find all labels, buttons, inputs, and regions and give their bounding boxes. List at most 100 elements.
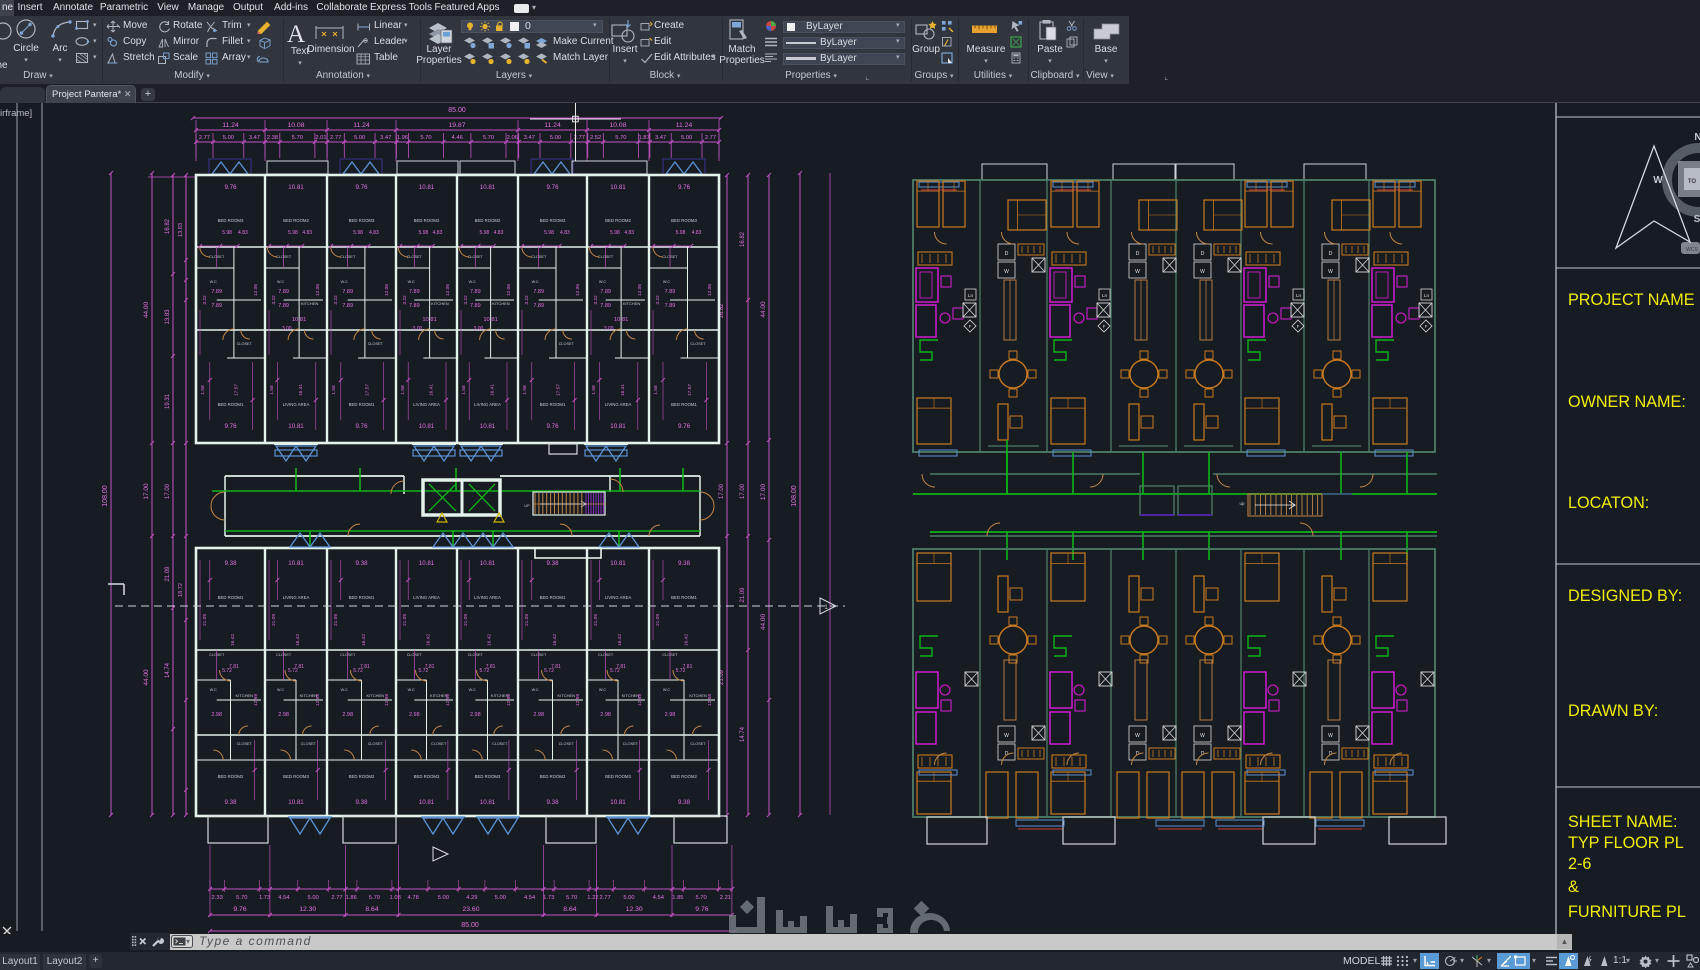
- svg-text:7.89: 7.89: [409, 289, 420, 295]
- svg-text:7.89: 7.89: [665, 289, 676, 295]
- svg-text:2.98: 2.98: [665, 712, 676, 718]
- svg-text:3.22: 3.22: [202, 295, 208, 305]
- svg-text:2.77: 2.77: [705, 135, 716, 141]
- svg-text:W.C: W.C: [469, 280, 476, 284]
- svg-text:LIVING AREA: LIVING AREA: [413, 402, 440, 407]
- svg-text:5.70: 5.70: [695, 895, 706, 901]
- svg-text:10.81: 10.81: [610, 799, 626, 806]
- svg-text:up: up: [1239, 501, 1245, 506]
- svg-text:W: W: [1004, 269, 1009, 275]
- svg-text:CLOSET: CLOSET: [368, 342, 384, 346]
- svg-text:7.81: 7.81: [425, 664, 435, 670]
- svg-text:W: W: [1328, 269, 1333, 275]
- svg-text:3.47: 3.47: [655, 135, 666, 141]
- svg-text:BED ROOM3: BED ROOM3: [475, 774, 501, 779]
- svg-text:7.89: 7.89: [470, 289, 481, 295]
- svg-text:8.64: 8.64: [563, 906, 576, 913]
- svg-text:16.42: 16.42: [426, 634, 432, 646]
- svg-text:10.81: 10.81: [288, 560, 304, 567]
- svg-text:10.81: 10.81: [419, 560, 435, 567]
- svg-text:S: S: [1694, 214, 1700, 225]
- svg-text:21.09: 21.09: [463, 614, 469, 626]
- svg-text:4.83: 4.83: [238, 230, 248, 236]
- svg-text:UP: UP: [524, 504, 530, 508]
- svg-text:2.98: 2.98: [278, 712, 289, 718]
- svg-text:17.57: 17.57: [555, 384, 561, 396]
- svg-text:KITCHEN: KITCHEN: [623, 301, 641, 306]
- svg-text:KITCHEN: KITCHEN: [689, 693, 707, 698]
- svg-text:12.98: 12.98: [707, 694, 713, 706]
- svg-text:11.24: 11.24: [676, 122, 693, 129]
- svg-text:F: F: [1297, 324, 1300, 329]
- svg-text:9.38: 9.38: [546, 799, 559, 806]
- svg-text:9.76: 9.76: [355, 423, 368, 430]
- svg-text:16.42: 16.42: [361, 634, 367, 646]
- svg-text:1.22: 1.22: [587, 895, 598, 901]
- svg-text:10.81: 10.81: [610, 560, 626, 567]
- svg-text:17.00: 17.00: [143, 483, 150, 500]
- svg-text:14.74: 14.74: [165, 662, 171, 678]
- svg-text:7.89: 7.89: [211, 289, 222, 295]
- svg-text:8.64: 8.64: [365, 906, 378, 913]
- svg-text:1.96: 1.96: [397, 135, 408, 141]
- svg-text:BED ROOM2: BED ROOM2: [349, 774, 375, 779]
- svg-text:7.81: 7.81: [486, 664, 496, 670]
- svg-text:5.98: 5.98: [610, 230, 620, 236]
- svg-text:W.C: W.C: [408, 280, 415, 284]
- svg-text:W.C: W.C: [469, 688, 476, 692]
- svg-text:W: W: [1135, 733, 1140, 739]
- svg-text:BED ROOM3: BED ROOM3: [283, 774, 309, 779]
- svg-text:9.38: 9.38: [678, 560, 691, 567]
- svg-text:CLOSET: CLOSET: [431, 742, 447, 746]
- svg-text:&: &: [1568, 878, 1579, 896]
- svg-text:85.00: 85.00: [461, 922, 479, 929]
- svg-text:44.00: 44.00: [143, 669, 150, 686]
- svg-text:TYP FLOOR PL: TYP FLOOR PL: [1568, 834, 1684, 852]
- svg-text:16.42: 16.42: [684, 634, 690, 646]
- svg-text:5.98: 5.98: [480, 230, 490, 236]
- svg-text:CLOSET: CLOSET: [492, 742, 508, 746]
- svg-text:7.81: 7.81: [360, 664, 370, 670]
- svg-text:BED ROOM1: BED ROOM1: [671, 595, 697, 600]
- svg-text:D: D: [1136, 251, 1140, 257]
- svg-text:4.54: 4.54: [278, 895, 290, 901]
- svg-text:10.08: 10.08: [287, 122, 304, 129]
- svg-text:3.00: 3.00: [282, 326, 292, 332]
- svg-text:4.46: 4.46: [452, 135, 463, 141]
- svg-text:1.58: 1.58: [522, 385, 528, 395]
- svg-text:BED ROOM2: BED ROOM2: [475, 218, 501, 223]
- svg-text:KITCHEN: KITCHEN: [300, 693, 318, 698]
- svg-text:9.76: 9.76: [678, 423, 691, 430]
- svg-text:21.09: 21.09: [333, 614, 339, 626]
- svg-text:W.C: W.C: [341, 688, 348, 692]
- svg-text:W: W: [1200, 269, 1205, 275]
- svg-text:10.81: 10.81: [419, 423, 435, 430]
- svg-text:W.C: W.C: [277, 280, 284, 284]
- svg-text:21.09: 21.09: [524, 614, 530, 626]
- svg-text:9.76: 9.76: [546, 423, 559, 430]
- svg-text:44.00: 44.00: [760, 613, 767, 630]
- svg-text:BED ROOM3: BED ROOM3: [349, 218, 375, 223]
- svg-text:16.42: 16.42: [552, 634, 558, 646]
- svg-text:21.09: 21.09: [202, 614, 208, 626]
- svg-text:10.81: 10.81: [614, 317, 629, 323]
- svg-text:10.81: 10.81: [288, 184, 304, 191]
- svg-text:BED ROOM1: BED ROOM1: [218, 402, 244, 407]
- svg-text:7.81: 7.81: [229, 664, 239, 670]
- svg-text:12.06: 12.06: [575, 284, 581, 296]
- svg-text:21.09: 21.09: [402, 614, 408, 626]
- svg-text:BED ROOM3: BED ROOM3: [605, 774, 631, 779]
- svg-text:BED ROOM1: BED ROOM1: [218, 595, 244, 600]
- svg-text:5.00: 5.00: [354, 135, 365, 141]
- svg-text:7.89: 7.89: [342, 303, 353, 309]
- svg-text:W: W: [1328, 733, 1333, 739]
- svg-text:BED ROOM1: BED ROOM1: [349, 402, 375, 407]
- svg-text:2.33: 2.33: [212, 895, 223, 901]
- svg-text:LIVING AREA: LIVING AREA: [474, 402, 501, 407]
- svg-text:21.09: 21.09: [165, 566, 171, 582]
- svg-text:17.00: 17.00: [760, 483, 767, 500]
- svg-text:4.83: 4.83: [494, 230, 504, 236]
- svg-text:10.81: 10.81: [480, 184, 496, 191]
- svg-text:10.81: 10.81: [483, 317, 498, 323]
- svg-text:10.81: 10.81: [422, 317, 437, 323]
